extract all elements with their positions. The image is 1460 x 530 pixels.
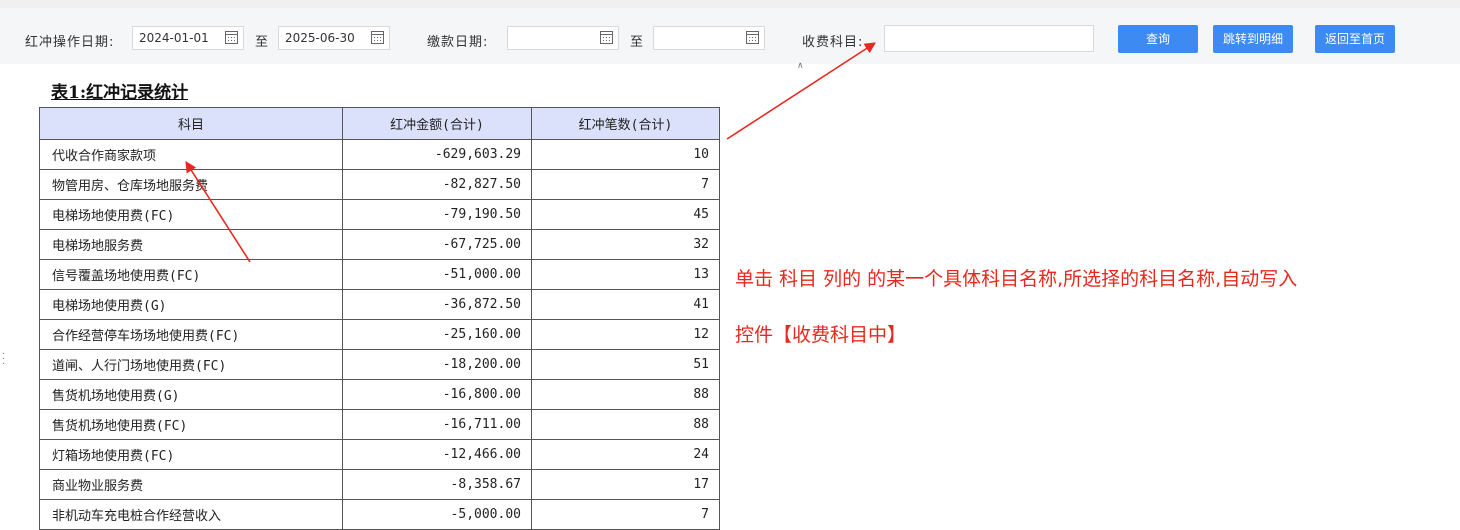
annotation-arrows bbox=[185, 42, 876, 263]
arrow-to-subject-cell bbox=[185, 161, 251, 263]
arrow-to-subject-input bbox=[726, 42, 876, 140]
